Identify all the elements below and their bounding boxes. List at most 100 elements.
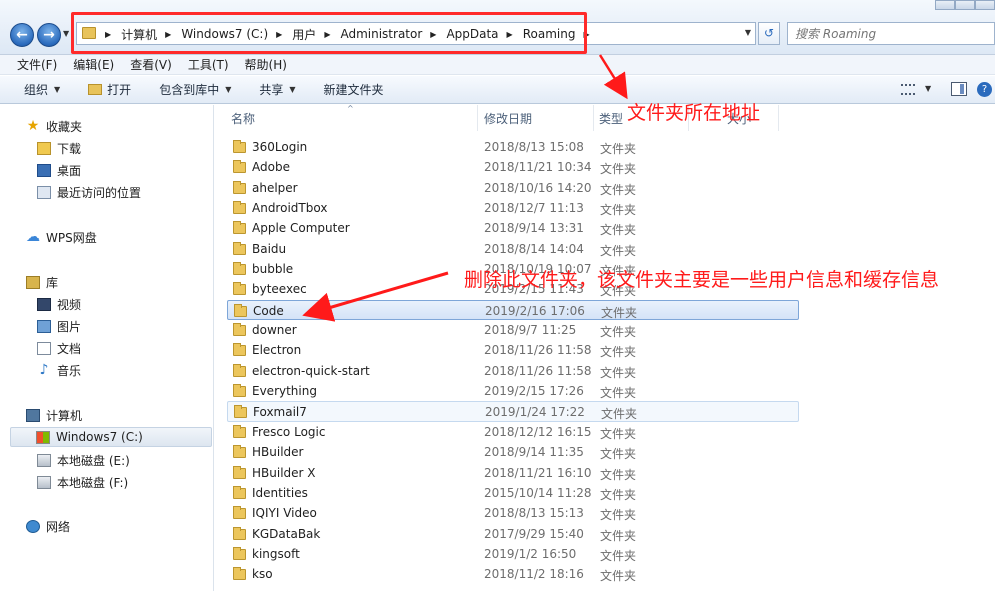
table-row[interactable]: ahelper 2018/10/16 14:20 文件夹 xyxy=(227,178,799,198)
table-row[interactable]: IQIYI Video 2018/8/13 15:13 文件夹 xyxy=(227,503,799,523)
chevron-right-icon[interactable]: ▶ xyxy=(276,30,282,39)
menu-file[interactable]: 文件(F) xyxy=(17,56,57,73)
column-header-name[interactable]: ^ 名称 xyxy=(215,104,478,131)
table-row[interactable]: Fresco Logic 2018/12/12 16:15 文件夹 xyxy=(227,422,799,442)
table-row[interactable]: HBuilder X 2018/11/21 16:10 文件夹 xyxy=(227,463,799,483)
file-name[interactable]: bubble xyxy=(252,262,293,276)
table-row[interactable]: AndroidTbox 2018/12/7 11:13 文件夹 xyxy=(227,198,799,218)
sidebar-item-videos[interactable]: 视频 xyxy=(37,294,81,314)
file-name[interactable]: Identities xyxy=(252,486,308,500)
table-row[interactable]: Baidu 2018/8/14 14:04 文件夹 xyxy=(227,239,799,259)
file-name[interactable]: Everything xyxy=(252,384,317,398)
table-row[interactable]: Apple Computer 2018/9/14 13:31 文件夹 xyxy=(227,218,799,238)
menu-view[interactable]: 查看(V) xyxy=(130,56,172,73)
close-button[interactable] xyxy=(975,0,995,10)
address-history-dropdown[interactable]: ▼ xyxy=(745,28,751,37)
table-row[interactable]: Everything 2019/2/15 17:26 文件夹 xyxy=(227,381,799,401)
refresh-button[interactable]: ↺ xyxy=(758,22,780,45)
sidebar-item-downloads[interactable]: 下载 xyxy=(37,138,81,158)
address-input[interactable]: ▶ 计算机 ▶ Windows7 (C:) ▶ 用户 ▶ Administrat… xyxy=(76,22,756,45)
file-name[interactable]: downer xyxy=(252,323,297,337)
menu-edit[interactable]: 编辑(E) xyxy=(73,56,114,73)
table-row[interactable]: Electron 2018/11/26 11:58 文件夹 xyxy=(227,340,799,360)
sidebar-item-pictures[interactable]: 图片 xyxy=(37,316,81,336)
file-name[interactable]: ahelper xyxy=(252,181,298,195)
sidebar-item-drive-e[interactable]: 本地磁盘 (E:) xyxy=(37,450,130,470)
file-name[interactable]: Apple Computer xyxy=(252,221,350,235)
breadcrumb-roaming[interactable]: Roaming xyxy=(523,27,576,41)
chevron-right-icon[interactable]: ▶ xyxy=(583,30,589,39)
share-button[interactable]: 共享 ▼ xyxy=(259,81,295,98)
sidebar-item-recent[interactable]: 最近访问的位置 xyxy=(37,182,141,202)
menu-help[interactable]: 帮助(H) xyxy=(245,56,287,73)
table-row[interactable]: downer 2018/9/7 11:25 文件夹 xyxy=(227,320,799,340)
sidebar-item-drive-c[interactable]: Windows7 (C:) xyxy=(10,427,212,447)
chevron-down-icon[interactable]: ▼ xyxy=(925,84,931,93)
file-name[interactable]: electron-quick-start xyxy=(252,364,370,378)
search-input[interactable] xyxy=(788,23,994,44)
file-name[interactable]: Code xyxy=(253,304,284,318)
include-in-library-button[interactable]: 包含到库中 ▼ xyxy=(159,81,231,98)
file-name[interactable]: IQIYI Video xyxy=(252,506,317,520)
chevron-right-icon[interactable]: ▶ xyxy=(324,30,330,39)
sidebar-item-desktop[interactable]: 桌面 xyxy=(37,160,81,180)
table-row[interactable]: kso 2018/11/2 18:16 文件夹 xyxy=(227,564,799,584)
table-row[interactable]: bubble 2018/10/19 10:07 文件夹 xyxy=(227,259,799,279)
table-row[interactable]: Code 2019/2/16 17:06 文件夹 xyxy=(227,299,799,321)
table-row[interactable]: Adobe 2018/11/21 10:34 文件夹 xyxy=(227,157,799,177)
file-name[interactable]: Baidu xyxy=(252,242,286,256)
forward-button[interactable]: → xyxy=(37,23,61,47)
table-row[interactable]: HBuilder 2018/9/14 11:35 文件夹 xyxy=(227,442,799,462)
column-header-type[interactable]: 类型 xyxy=(594,105,689,131)
sidebar-item-network[interactable]: 网络 xyxy=(26,516,70,536)
breadcrumb-drive-c[interactable]: Windows7 (C:) xyxy=(181,27,268,41)
file-name[interactable]: KGDataBak xyxy=(252,527,320,541)
minimize-button[interactable] xyxy=(935,0,955,10)
chevron-right-icon[interactable]: ▶ xyxy=(105,30,111,39)
chevron-right-icon[interactable]: ▶ xyxy=(165,30,171,39)
view-list-icon[interactable] xyxy=(901,84,915,95)
breadcrumb-users[interactable]: 用户 xyxy=(292,26,316,43)
table-row[interactable]: Foxmail7 2019/1/24 17:22 文件夹 xyxy=(227,401,799,422)
sidebar-item-documents[interactable]: 文档 xyxy=(37,338,81,358)
maximize-button[interactable] xyxy=(955,0,975,10)
sidebar-item-music[interactable]: ♪ 音乐 xyxy=(37,360,81,380)
file-name[interactable]: AndroidTbox xyxy=(252,201,327,215)
sidebar-item-favorites[interactable]: ★ 收藏夹 xyxy=(26,116,82,136)
sidebar-item-computer[interactable]: 计算机 xyxy=(26,405,82,425)
file-name[interactable]: kingsoft xyxy=(252,547,300,561)
back-button[interactable]: ← xyxy=(10,23,34,47)
menu-tools[interactable]: 工具(T) xyxy=(188,56,229,73)
file-name[interactable]: kso xyxy=(252,567,273,581)
file-name[interactable]: 360Login xyxy=(252,140,307,154)
file-name[interactable]: Foxmail7 xyxy=(253,405,307,419)
sidebar-item-libraries[interactable]: 库 xyxy=(26,272,58,292)
open-button[interactable]: 打开 xyxy=(88,81,131,98)
file-name[interactable]: byteexec xyxy=(252,282,307,296)
sidebar-item-drive-f[interactable]: 本地磁盘 (F:) xyxy=(37,472,128,492)
organize-button[interactable]: 组织 ▼ xyxy=(24,81,60,98)
table-row[interactable]: electron-quick-start 2018/11/26 11:58 文件夹 xyxy=(227,361,799,381)
file-name[interactable]: HBuilder xyxy=(252,445,303,459)
file-name[interactable]: Adobe xyxy=(252,160,290,174)
table-row[interactable]: Identities 2015/10/14 11:28 文件夹 xyxy=(227,483,799,503)
recent-pages-dropdown[interactable]: ▼ xyxy=(63,29,69,38)
column-header-size[interactable]: 大小 xyxy=(689,105,779,131)
help-icon[interactable]: ? xyxy=(977,82,992,97)
breadcrumb-computer[interactable]: 计算机 xyxy=(121,26,157,43)
chevron-right-icon[interactable]: ▶ xyxy=(507,30,513,39)
file-name[interactable]: Fresco Logic xyxy=(252,425,325,439)
file-name[interactable]: HBuilder X xyxy=(252,466,316,480)
breadcrumb-administrator[interactable]: Administrator xyxy=(340,27,422,41)
table-row[interactable]: kingsoft 2019/1/2 16:50 文件夹 xyxy=(227,544,799,564)
file-name[interactable]: Electron xyxy=(252,343,301,357)
table-row[interactable]: KGDataBak 2017/9/29 15:40 文件夹 xyxy=(227,524,799,544)
preview-pane-icon[interactable] xyxy=(951,82,967,96)
search-box[interactable] xyxy=(787,22,995,45)
table-row[interactable]: byteexec 2019/2/15 11:43 文件夹 xyxy=(227,279,799,299)
sidebar-item-wps[interactable]: ☁ WPS网盘 xyxy=(26,227,97,247)
table-row[interactable]: 360Login 2018/8/13 15:08 文件夹 xyxy=(227,137,799,157)
column-header-date[interactable]: 修改日期 xyxy=(478,105,594,131)
breadcrumb-appdata[interactable]: AppData xyxy=(446,27,498,41)
chevron-right-icon[interactable]: ▶ xyxy=(430,30,436,39)
